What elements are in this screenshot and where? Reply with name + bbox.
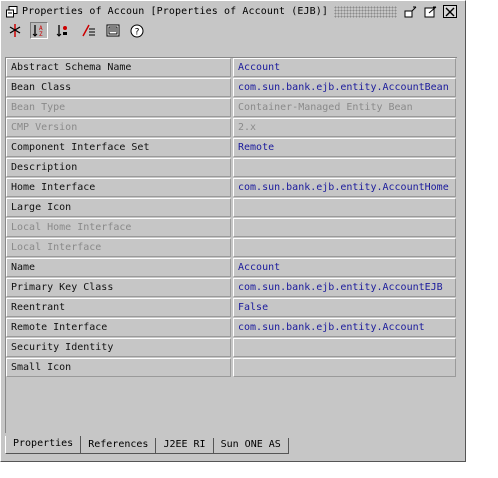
property-name[interactable]: Description	[6, 158, 231, 177]
property-name[interactable]: Reentrant	[6, 298, 231, 317]
tab-j2ee-ri[interactable]: J2EE RI	[155, 438, 214, 454]
title-bar[interactable]: Properties of Accoun [Properties of Acco…	[3, 3, 463, 20]
table-row[interactable]: Bean Type Container-Managed Entity Bean	[6, 98, 456, 118]
property-name[interactable]: Remote Interface	[6, 318, 231, 337]
svg-text:Z: Z	[39, 31, 43, 37]
property-value[interactable]: Account	[233, 258, 456, 277]
property-name[interactable]: Home Interface	[6, 178, 231, 197]
table-row[interactable]: Reentrant False	[6, 298, 456, 318]
table-row[interactable]: Primary Key Class com.sun.bank.ejb.entit…	[6, 278, 456, 298]
property-value[interactable]	[233, 238, 456, 257]
property-value[interactable]	[233, 218, 456, 237]
property-value[interactable]: Remote	[233, 138, 456, 157]
table-row[interactable]: Remote Interface com.sun.bank.ejb.entity…	[6, 318, 456, 338]
table-row[interactable]: Bean Class com.sun.bank.ejb.entity.Accou…	[6, 78, 456, 98]
tab-references[interactable]: References	[80, 438, 157, 454]
table-row[interactable]: Component Interface Set Remote	[6, 138, 456, 158]
sort-type-icon[interactable]	[54, 22, 72, 39]
table-row[interactable]: Local Interface	[6, 238, 456, 258]
property-value[interactable]: 2.x	[233, 118, 456, 137]
property-name[interactable]: Bean Class	[6, 78, 231, 97]
table-row[interactable]: Name Account	[6, 258, 456, 278]
maximize-icon[interactable]	[423, 4, 439, 19]
svg-text:?: ?	[134, 27, 139, 37]
tab-bar: Properties References J2EE RI Sun ONE AS	[5, 436, 289, 454]
table-row[interactable]: Security Identity	[6, 338, 456, 358]
property-name[interactable]: Name	[6, 258, 231, 277]
property-value[interactable]	[233, 158, 456, 177]
property-name[interactable]: Abstract Schema Name	[6, 58, 231, 77]
pin-icon[interactable]	[6, 22, 24, 39]
property-name[interactable]: Local Home Interface	[6, 218, 231, 237]
table-row[interactable]: Description	[6, 158, 456, 178]
property-value[interactable]: com.sun.bank.ejb.entity.AccountHome	[233, 178, 456, 197]
property-sheet: Abstract Schema Name Account Bean Class …	[5, 57, 457, 433]
tab-properties[interactable]: Properties	[5, 436, 82, 454]
property-name[interactable]: Large Icon	[6, 198, 231, 217]
property-name[interactable]: Bean Type	[6, 98, 231, 117]
property-name[interactable]: Security Identity	[6, 338, 231, 357]
property-value[interactable]: Account	[233, 58, 456, 77]
table-row[interactable]: Large Icon	[6, 198, 456, 218]
property-value[interactable]: com.sun.bank.ejb.entity.Account	[233, 318, 456, 337]
minimize-icon[interactable]	[403, 4, 419, 19]
property-name[interactable]: Component Interface Set	[6, 138, 231, 157]
property-value[interactable]: False	[233, 298, 456, 317]
property-value[interactable]: com.sun.bank.ejb.entity.AccountEJB	[233, 278, 456, 297]
properties-window: Properties of Accoun [Properties of Acco…	[0, 0, 466, 462]
property-value[interactable]: Container-Managed Entity Bean	[233, 98, 456, 117]
table-row[interactable]: Small Icon	[6, 358, 456, 378]
property-value[interactable]	[233, 198, 456, 217]
table-row[interactable]: Abstract Schema Name Account	[6, 58, 456, 78]
property-name[interactable]: CMP Version	[6, 118, 231, 137]
window-menu-icon[interactable]	[5, 5, 19, 19]
property-value[interactable]	[233, 358, 456, 377]
table-row[interactable]: Local Home Interface	[6, 218, 456, 238]
table-row[interactable]: Home Interface com.sun.bank.ejb.entity.A…	[6, 178, 456, 198]
property-name[interactable]: Small Icon	[6, 358, 231, 377]
table-row[interactable]: CMP Version 2.x	[6, 118, 456, 138]
property-name[interactable]: Local Interface	[6, 238, 231, 257]
toolbar: A Z ?	[3, 21, 463, 40]
filter-icon[interactable]	[80, 22, 98, 39]
property-value[interactable]	[233, 338, 456, 357]
customize-icon[interactable]	[104, 22, 122, 39]
property-name[interactable]: Primary Key Class	[6, 278, 231, 297]
property-value[interactable]: com.sun.bank.ejb.entity.AccountBean	[233, 78, 456, 97]
tab-sun-one-as[interactable]: Sun ONE AS	[212, 438, 289, 454]
help-icon[interactable]: ?	[128, 22, 146, 39]
window-title: Properties of Accoun [Properties of Acco…	[22, 6, 329, 17]
sort-alphabetic-icon[interactable]: A Z	[30, 22, 48, 39]
title-drag-area[interactable]	[334, 5, 397, 18]
close-icon[interactable]	[443, 5, 457, 18]
